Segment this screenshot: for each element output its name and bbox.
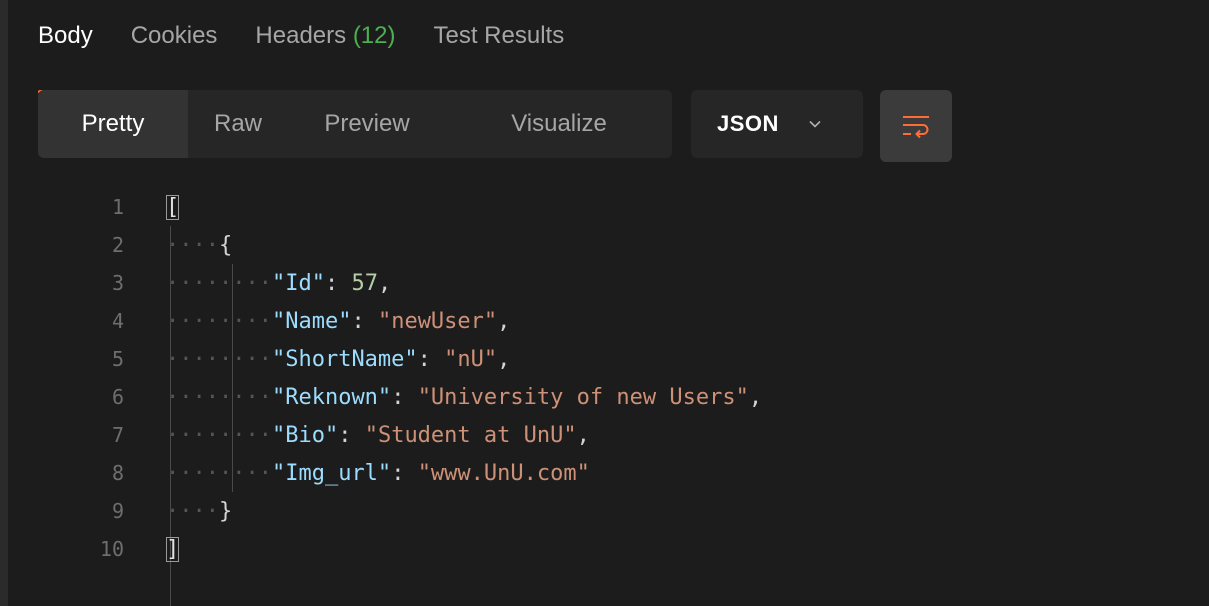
json-value: "nU" — [444, 346, 498, 372]
json-key: "Reknown" — [271, 384, 392, 410]
code-line: 9 ····} — [0, 492, 1209, 530]
tab-body-label: Body — [38, 22, 93, 49]
indent-dots: ········ — [166, 422, 272, 448]
json-comma: , — [377, 270, 392, 296]
line-number: 8 — [111, 461, 124, 485]
json-comma: , — [497, 346, 511, 372]
tab-test-results[interactable]: Test Results — [434, 18, 565, 78]
format-select[interactable]: JSON — [691, 90, 863, 158]
json-value: "Student at UnU" — [364, 422, 577, 448]
code-content: ········"Img_url": "www.UnU.com" — [166, 460, 590, 486]
view-mode-pretty-label: Pretty — [81, 110, 145, 137]
response-body-code[interactable]: 1 [ 2 ····{ 3 ········"Id": 57, 4 ······… — [0, 188, 1209, 606]
tab-cookies-label: Cookies — [130, 22, 218, 49]
chevron-down-icon — [809, 120, 821, 128]
view-mode-visualize-label: Visualize — [511, 110, 607, 137]
open-object-brace: { — [218, 232, 233, 258]
code-content: ····} — [166, 499, 232, 524]
json-comma: , — [497, 308, 511, 334]
code-content: ········"Bio": "Student at UnU", — [166, 422, 590, 448]
code-content: ········"Id": 57, — [166, 270, 392, 296]
open-array-bracket: [ — [166, 194, 180, 220]
code-line: 7 ········"Bio": "Student at UnU", — [0, 416, 1209, 454]
code-content: ] — [166, 536, 180, 562]
wrap-lines-button[interactable] — [880, 90, 952, 162]
line-number: 1 — [111, 195, 124, 219]
json-value: "University of new Users" — [417, 384, 749, 410]
view-mode-preview-label: Preview — [324, 110, 410, 137]
indent-dots: ········ — [166, 308, 272, 334]
tab-test-results-label: Test Results — [433, 22, 565, 49]
code-content: [ — [166, 194, 180, 220]
tab-cookies[interactable]: Cookies — [131, 18, 218, 78]
view-mode-switcher: Pretty Raw Preview Visualize — [38, 90, 672, 158]
json-key: "Img_url" — [271, 460, 392, 486]
code-content: ········"Name": "newUser", — [166, 308, 511, 334]
view-mode-raw[interactable]: Raw — [188, 90, 288, 158]
json-key: "Id" — [271, 270, 325, 296]
line-number: 4 — [111, 309, 124, 333]
code-content: ····{ — [166, 233, 232, 258]
code-content: ········"Reknown": "University of new Us… — [166, 384, 763, 410]
line-number: 3 — [111, 271, 124, 295]
json-value: "newUser" — [377, 308, 498, 334]
tab-headers-label: Headers — [255, 22, 347, 49]
line-number: 7 — [111, 423, 124, 447]
code-line: 2 ····{ — [0, 226, 1209, 264]
indent-dots: ········ — [166, 270, 272, 296]
indent-dots: ········ — [166, 460, 272, 486]
line-number: 2 — [111, 233, 124, 257]
wrap-lines-icon — [903, 116, 929, 139]
json-key: "Name" — [271, 308, 352, 334]
response-panel: Body Cookies Headers (12) Test Results P… — [0, 0, 1209, 606]
indent-dots: ········ — [166, 384, 272, 410]
indent-dots: ···· — [166, 232, 219, 258]
code-line: 8 ········"Img_url": "www.UnU.com" — [0, 454, 1209, 492]
json-key: "ShortName" — [271, 346, 418, 372]
json-comma: , — [576, 422, 590, 448]
close-array-bracket: ] — [166, 536, 180, 562]
view-mode-visualize[interactable]: Visualize — [446, 90, 672, 158]
code-line: 10 ] — [0, 530, 1209, 568]
indent-dots: ········ — [166, 346, 272, 372]
json-value: 57 — [351, 270, 378, 296]
code-line: 4 ········"Name": "newUser", — [0, 302, 1209, 340]
indent-dots: ···· — [166, 498, 219, 524]
view-mode-preview[interactable]: Preview — [288, 90, 446, 158]
close-object-brace: } — [218, 498, 233, 524]
view-mode-raw-label: Raw — [213, 110, 262, 137]
json-value: "www.UnU.com" — [417, 460, 590, 486]
view-mode-pretty[interactable]: Pretty — [38, 90, 188, 158]
format-select-value: JSON — [717, 111, 779, 136]
response-tabs: Body Cookies Headers (12) Test Results — [38, 18, 602, 94]
code-line: 1 [ — [0, 188, 1209, 226]
code-line: 3 ········"Id": 57, — [0, 264, 1209, 302]
tab-body[interactable]: Body — [38, 18, 93, 94]
code-line: 5 ········"ShortName": "nU", — [0, 340, 1209, 378]
tab-headers[interactable]: Headers (12) — [255, 18, 395, 78]
line-number: 5 — [111, 347, 124, 371]
line-number: 6 — [111, 385, 124, 409]
code-line: 6 ········"Reknown": "University of new … — [0, 378, 1209, 416]
line-number: 10 — [99, 537, 124, 561]
line-number: 9 — [111, 499, 124, 523]
json-comma: , — [748, 384, 763, 410]
headers-count: (12) — [352, 22, 396, 49]
code-content: ········"ShortName": "nU", — [166, 346, 511, 372]
json-key: "Bio" — [271, 422, 339, 448]
